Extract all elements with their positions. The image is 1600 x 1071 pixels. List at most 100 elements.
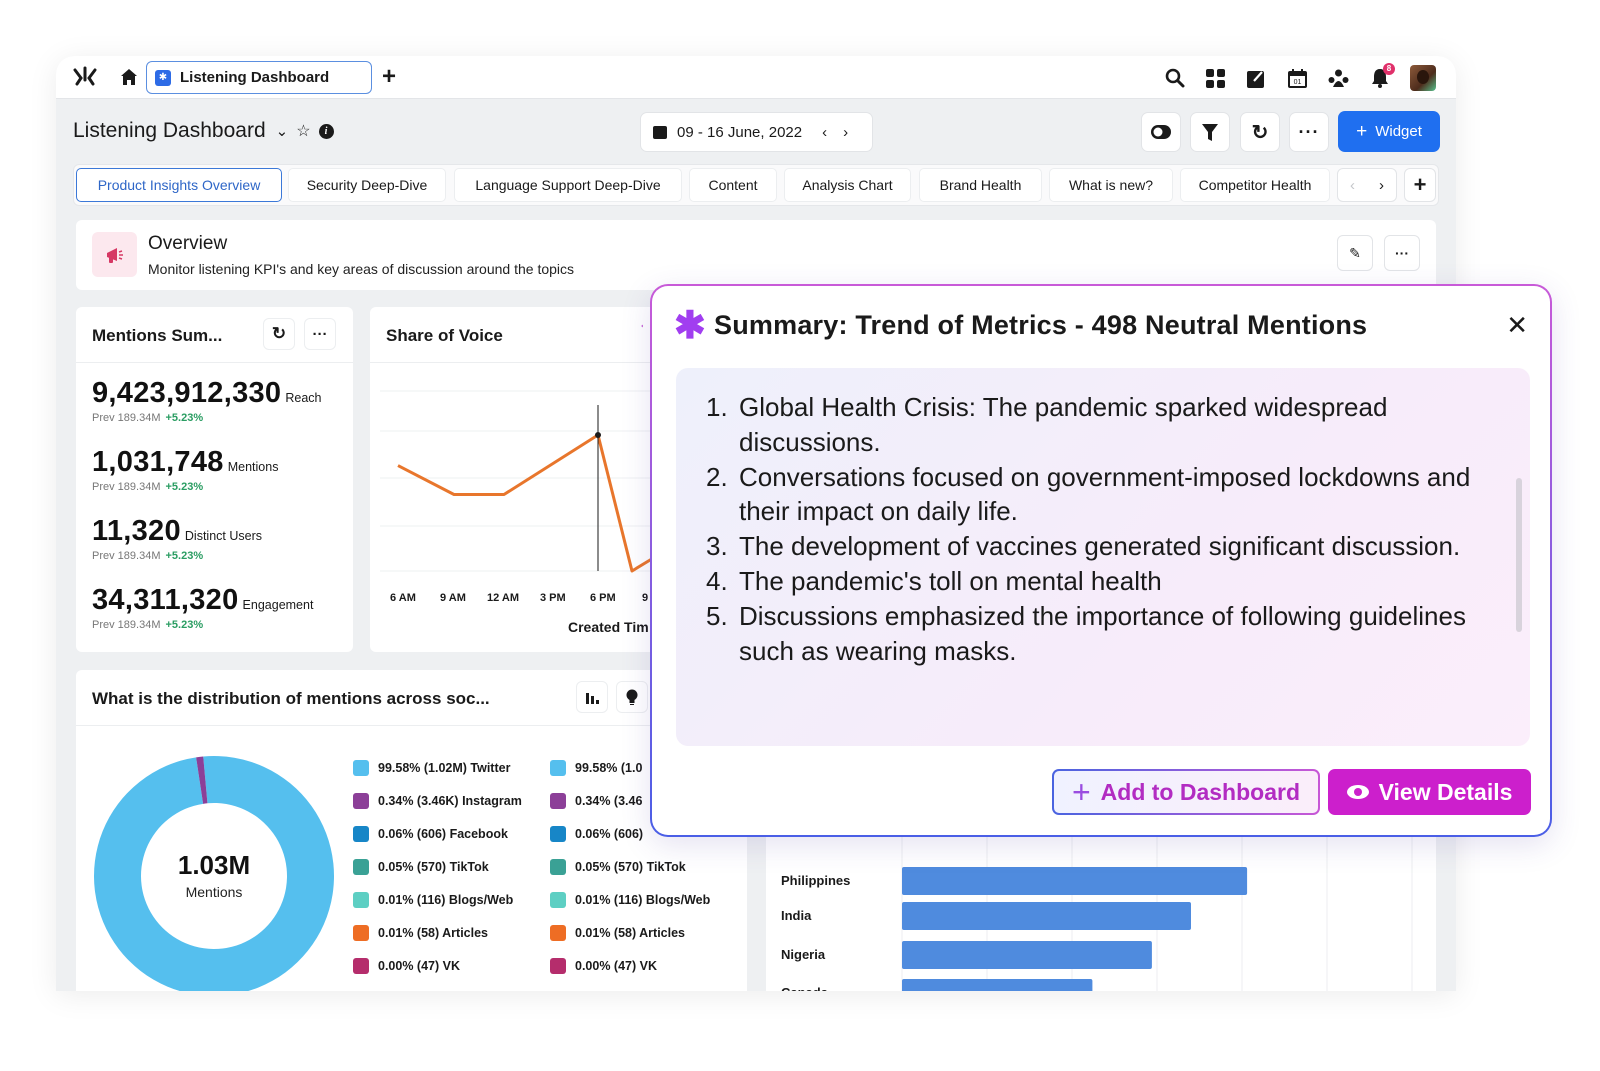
new-tab-button[interactable]: + — [378, 63, 400, 91]
bar[interactable] — [902, 979, 1093, 991]
tab-security-deep-dive[interactable]: Security Deep-Dive — [288, 168, 446, 202]
calendar-icon — [653, 125, 667, 139]
legend-label: 0.34% (3.46 — [575, 794, 643, 808]
view-details-button[interactable]: View Details — [1328, 769, 1531, 815]
donut-center-label: Mentions — [185, 884, 243, 900]
bar-chart-icon — [586, 693, 599, 704]
brand-logo-icon[interactable] — [72, 66, 98, 88]
summary-scrollbar[interactable] — [1516, 478, 1522, 632]
card-title: Mentions Sum... — [92, 326, 223, 345]
add-tab-button[interactable]: + — [1404, 168, 1436, 202]
bar[interactable] — [902, 941, 1152, 969]
legend-label: 0.06% (606) Facebook — [378, 827, 508, 841]
date-range-picker[interactable]: 09 - 16 June, 2022 ‹ › — [640, 112, 873, 152]
legend-item[interactable]: 0.06% (606) — [550, 826, 643, 842]
dashboard-title-text: Listening Dashboard — [73, 119, 266, 142]
popup-title: Summary: Trend of Metrics - 498 Neutral … — [714, 310, 1368, 340]
legend-label: 0.05% (570) TikTok — [378, 860, 489, 874]
tab-product-insights-overview[interactable]: Product Insights Overview — [76, 168, 282, 202]
chevron-down-icon[interactable]: ⌄ — [276, 122, 289, 140]
category-label: Philippines — [781, 873, 850, 888]
card-more-button[interactable]: ··· — [304, 318, 336, 350]
tab-content[interactable]: Content — [689, 168, 777, 202]
legend-swatch — [353, 925, 369, 941]
legend-swatch — [550, 925, 566, 941]
line-series[interactable] — [397, 433, 661, 573]
bell-icon[interactable]: 8 — [1369, 62, 1395, 89]
legend-item[interactable]: 0.01% (116) Blogs/Web — [353, 892, 513, 908]
legend-item[interactable]: 0.01% (58) Articles — [550, 925, 685, 941]
top-icons: 01 8 — [1164, 62, 1436, 91]
bar[interactable] — [902, 902, 1191, 930]
legend-item[interactable]: 0.05% (570) TikTok — [550, 859, 686, 875]
calendar-icon[interactable]: 01 — [1287, 68, 1308, 89]
insights-button[interactable] — [616, 681, 648, 713]
prev-date-icon[interactable]: ‹ — [822, 124, 827, 141]
overview-title: Overview — [148, 233, 228, 254]
legend-item[interactable]: 0.34% (3.46K) Instagram — [353, 793, 522, 809]
legend-item[interactable]: 0.01% (58) Articles — [353, 925, 488, 941]
tab-scroll-left-icon[interactable]: ‹ — [1350, 177, 1355, 194]
tab-what-is-new[interactable]: What is new? — [1049, 168, 1173, 202]
team-icon[interactable] — [1328, 68, 1349, 89]
close-icon[interactable]: ✕ — [1506, 312, 1528, 338]
legend-swatch — [550, 958, 566, 974]
chart-type-button[interactable] — [576, 681, 608, 713]
tab-language-support-deep-dive[interactable]: Language Support Deep-Dive — [454, 168, 682, 202]
metric-prev: Prev 189.34M — [92, 550, 161, 562]
legend-label: 0.01% (58) Articles — [378, 926, 489, 940]
filter-icon — [1202, 123, 1218, 141]
dashboard-title[interactable]: Listening Dashboard ⌄ ☆ i — [73, 119, 334, 143]
card-header: Mentions Sum... ↻ ··· — [76, 307, 353, 363]
metric-label: Distinct Users — [184, 529, 262, 543]
edit-overview-button[interactable]: ✎ — [1337, 235, 1373, 271]
open-tab-listening-dashboard[interactable]: ✱ Listening Dashboard — [146, 61, 372, 94]
legend-label: 0.00% (47) VK — [575, 959, 657, 973]
overview-more-button[interactable]: ··· — [1384, 235, 1420, 271]
info-icon[interactable]: i — [318, 123, 334, 139]
notification-badge: 8 — [1383, 62, 1395, 75]
tab-scroll-right-icon[interactable]: › — [1379, 177, 1384, 194]
search-icon[interactable] — [1164, 68, 1185, 89]
summary-popup: ✱ Summary: Trend of Metrics - 498 Neutra… — [650, 284, 1552, 837]
megaphone-icon — [92, 232, 137, 277]
home-icon[interactable] — [120, 68, 138, 86]
metric-prev: Prev 189.34M — [92, 481, 161, 493]
legend-swatch — [353, 892, 369, 908]
plus-icon: + — [1356, 120, 1368, 142]
next-date-icon[interactable]: › — [843, 124, 848, 141]
x-tick-label: 9 — [642, 592, 649, 604]
add-to-dashboard-button[interactable]: + Add to Dashboard — [1052, 769, 1320, 815]
legend-item[interactable]: 0.01% (116) Blogs/Web — [550, 892, 710, 908]
tab-analysis-chart[interactable]: Analysis Chart — [784, 168, 911, 202]
star-icon[interactable]: ☆ — [296, 121, 310, 141]
legend-item[interactable]: 99.58% (1.0 — [550, 760, 642, 776]
tab-brand-health[interactable]: Brand Health — [919, 168, 1042, 202]
legend-item[interactable]: 0.06% (606) Facebook — [353, 826, 508, 842]
legend-label: 0.34% (3.46K) Instagram — [378, 794, 522, 808]
legend-item[interactable]: 0.34% (3.46 — [550, 793, 642, 809]
x-tick-label: 6 PM — [590, 592, 616, 604]
summary-item: 1. Global Health Crisis: The pandemic spa… — [706, 392, 1388, 457]
summary-content: 1. Global Health Crisis: The pandemic spa… — [676, 368, 1530, 746]
refresh-button[interactable]: ↻ — [1240, 112, 1280, 152]
legend-item[interactable]: 0.05% (570) TikTok — [353, 859, 489, 875]
legend-swatch — [550, 793, 566, 809]
filter-button[interactable] — [1190, 112, 1230, 152]
add-widget-button[interactable]: + Widget — [1338, 111, 1440, 152]
toggle-view-button[interactable] — [1141, 112, 1181, 152]
edit-icon[interactable] — [1246, 68, 1267, 89]
tab-competitor-health[interactable]: Competitor Health — [1180, 168, 1330, 202]
legend-item[interactable]: 0.00% (47) VK — [353, 958, 460, 974]
apps-grid-icon[interactable] — [1205, 68, 1226, 89]
more-options-button[interactable]: ··· — [1289, 112, 1329, 152]
ai-sparkle-icon: ✱ — [674, 305, 706, 347]
user-avatar[interactable] — [1410, 65, 1436, 91]
legend-item[interactable]: 0.00% (47) VK — [550, 958, 657, 974]
bar[interactable] — [902, 867, 1248, 895]
summary-item: 3. The development of vaccines generated … — [706, 531, 1461, 562]
refresh-card-button[interactable]: ↻ — [263, 318, 295, 350]
highlighted-point[interactable] — [595, 432, 601, 438]
metric-reach: 9,423,912,330 Reach Prev 189.34M +5.23% — [92, 377, 322, 424]
legend-item[interactable]: 99.58% (1.02M) Twitter — [353, 760, 510, 776]
